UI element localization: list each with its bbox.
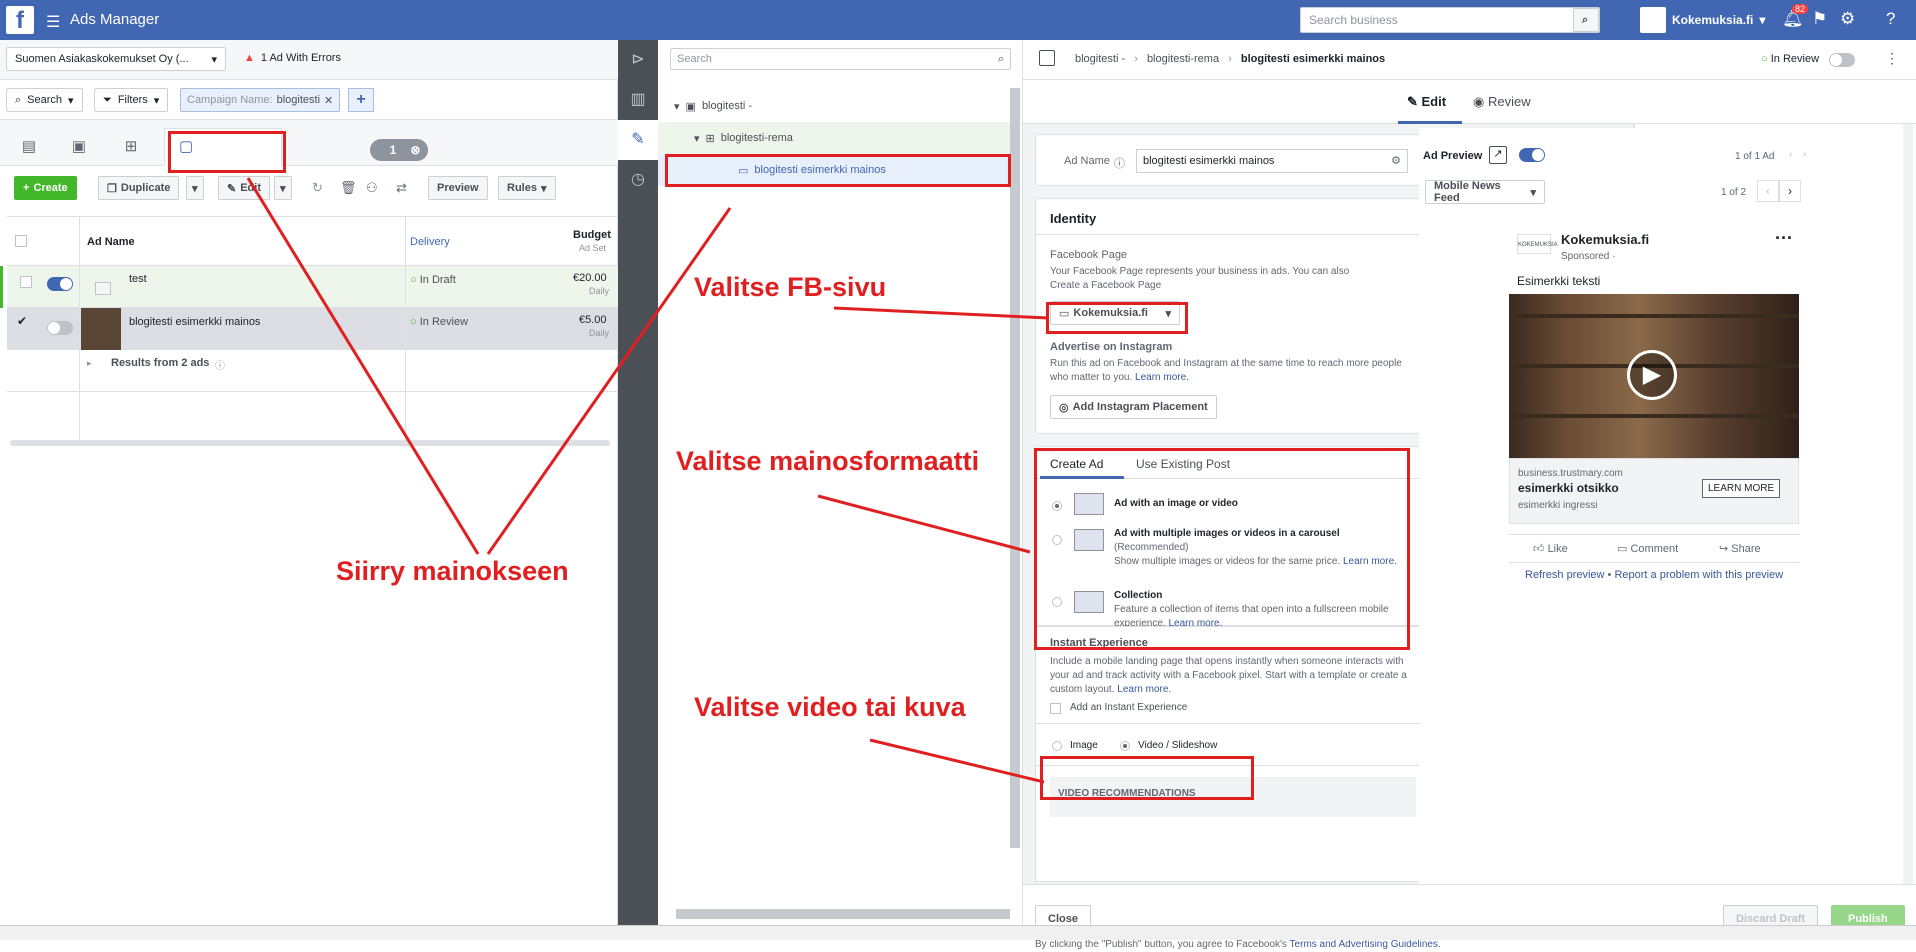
terms-text: By clicking the "Publish" button, you ag… xyxy=(1035,938,1441,952)
terms-label: By clicking the "Publish" button, you ag… xyxy=(1035,939,1287,950)
annotation-text-format: Valitse mainosformaatti xyxy=(676,446,980,476)
annotation-text-media: Valitse video tai kuva xyxy=(694,692,966,722)
annotation-text-go-to-ad: Siirry mainokseen xyxy=(336,556,569,586)
terms-link[interactable]: Terms and Advertising Guidelines. xyxy=(1290,939,1441,950)
annotation-text-fb-page: Valitse FB-sivu xyxy=(694,272,887,302)
